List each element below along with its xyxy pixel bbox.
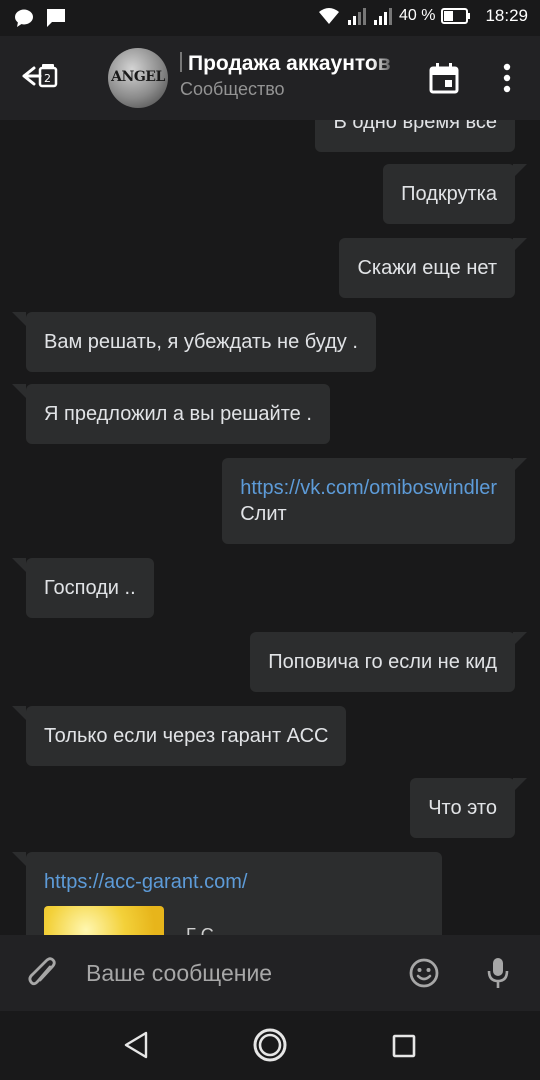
message-bubble[interactable]: Только если через гарант АСС <box>11 706 347 766</box>
chat-title: Продажа аккаунтов <box>180 52 398 76</box>
message-text: Подкрутка <box>401 183 497 205</box>
message-bubble[interactable]: Господи .. <box>12 558 154 618</box>
message-text: Только если через гарант АСС <box>44 725 329 747</box>
message-bubble[interactable]: Подкрутка <box>383 164 527 224</box>
nav-recents-icon[interactable] <box>392 1034 416 1058</box>
message-text: Слит <box>240 503 287 525</box>
battery-percent: 40 % <box>398 7 436 24</box>
chat-subtitle: Сообщество <box>180 79 285 99</box>
message-text: В одно время все <box>333 120 497 133</box>
system-nav-bar <box>0 1011 540 1080</box>
wifi-icon <box>318 8 339 24</box>
link-preview-title: Г С <box>186 925 214 935</box>
message-bubble[interactable]: Я предложил а вы решайте . <box>12 384 330 444</box>
message-bubble[interactable]: Скажи еще нет <box>339 238 527 298</box>
message-bubble[interactable]: https://vk.com/omiboswindler Слит <box>222 458 527 544</box>
message-bubble[interactable]: Что это <box>410 778 527 838</box>
message-bubble[interactable]: Вам решать, я убеждать не буду . <box>12 312 376 372</box>
smiley-icon[interactable] <box>408 957 440 989</box>
message-input[interactable] <box>86 957 386 989</box>
svg-text:2: 2 <box>44 72 51 85</box>
chat-title-block[interactable]: Продажа аккаунтов Сообщество <box>180 52 398 100</box>
message-list[interactable]: В одно время все Подкрутка Скажи еще нет… <box>0 120 540 935</box>
avatar-text: ANGEL <box>111 69 165 85</box>
message-text: Господи .. <box>44 577 136 599</box>
status-bar: 40 % 18:29 <box>0 0 540 36</box>
more-options-icon[interactable] <box>496 62 518 94</box>
message-link[interactable]: https://vk.com/omiboswindler <box>240 475 497 501</box>
clock: 18:29 <box>485 6 528 25</box>
message-text: Вам решать, я убеждать не буду . <box>44 331 358 353</box>
paperclip-icon[interactable] <box>28 957 58 991</box>
chat-header: 2 ANGEL Продажа аккаунтов Сообщество <box>0 36 540 120</box>
message-bubble[interactable]: Поповича го если не кид <box>250 632 527 692</box>
chat-bubble-icon <box>15 9 33 27</box>
nav-back-icon[interactable] <box>122 1030 150 1060</box>
signal-icon <box>347 8 366 25</box>
message-text: Я предложил а вы решайте . <box>44 403 312 425</box>
signal-icon <box>373 8 392 25</box>
message-link[interactable]: https://acc-garant.com/ <box>44 869 424 895</box>
message-bubble[interactable]: https://acc-garant.com/ Г С <box>12 852 442 935</box>
calendar-icon[interactable] <box>428 62 460 94</box>
nav-home-icon[interactable] <box>252 1027 288 1063</box>
message-text: Что это <box>428 797 497 819</box>
message-bubble[interactable]: В одно время все <box>315 120 515 152</box>
composer <box>0 935 540 1011</box>
link-preview-image[interactable] <box>44 906 164 935</box>
message-icon <box>47 9 65 27</box>
message-text: Поповича го если не кид <box>268 651 497 673</box>
avatar[interactable]: ANGEL <box>108 48 168 108</box>
battery-icon <box>441 8 471 24</box>
microphone-icon[interactable] <box>486 957 510 989</box>
back-button[interactable]: 2 <box>20 60 60 96</box>
message-text: Скажи еще нет <box>357 257 497 279</box>
